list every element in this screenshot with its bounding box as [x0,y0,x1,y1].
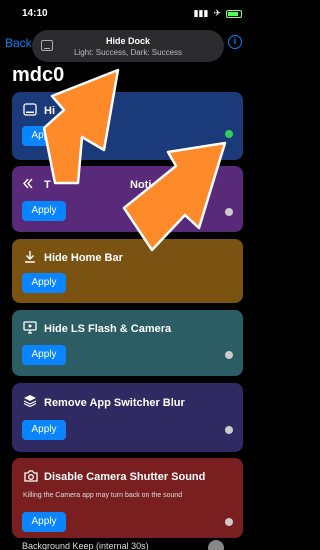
card-title: Disable Camera Shutter Sound [44,471,206,483]
apply-button[interactable]: Apply [22,201,66,221]
toast-title: Hide Dock [105,36,150,46]
tweak-card-app-switcher-blur: Remove App Switcher Blur Apply [12,383,243,452]
back-button[interactable]: Back [5,36,32,50]
enabled-indicator[interactable] [225,426,233,434]
battery-icon [226,9,242,18]
tweak-card-hide-ls-flash: Hide LS Flash & Camera Apply [12,310,243,376]
card-title: Remove App Switcher Blur [44,397,185,409]
tweak-card-camera-shutter: Disable Camera Shutter Sound Killing the… [12,458,243,538]
airplane-icon: ✈ [213,8,221,18]
screen-icon [23,321,37,335]
page-title: mdc0 [12,64,65,86]
background-keep-toggle[interactable] [208,540,224,550]
apply-button[interactable]: Apply [22,512,66,532]
card-title: T [44,179,51,191]
status-time: 14:10 [22,8,48,19]
toast-notification: Hide Dock Light: Success, Dark: Success [32,30,224,62]
info-icon[interactable]: i [228,35,242,49]
apply-button[interactable]: Apply [22,345,66,365]
card-title-tail: Noti & Med [130,179,188,191]
status-bar: 14:10 ▮▮▮ ✈ [0,0,254,28]
tweak-card-hide-dock: Hi Apply [12,92,243,160]
enabled-indicator[interactable] [225,351,233,359]
background-keep-label: Background Keep (internal 30s) [22,541,149,550]
dock-icon [23,103,37,117]
apply-button[interactable]: Apply [22,126,66,146]
card-description: Killing the Camera app may turn back on … [23,492,183,499]
card-title: Hide Home Bar [44,252,123,264]
tweak-card-noti-media: T Noti & Med Apply [12,166,243,232]
layers-icon [23,394,37,408]
download-arrow-icon [23,250,37,264]
tweak-card-hide-home-bar: Hide Home Bar Apply [12,239,243,303]
toast-subtitle: Light: Success, Dark: Success [73,48,183,57]
card-title: Hide LS Flash & Camera [44,323,172,335]
camera-icon [23,469,38,483]
card-title: Hi [44,105,55,117]
enabled-indicator[interactable] [225,208,233,216]
status-icons: ▮▮▮ ✈ [194,8,242,19]
signal-icon: ▮▮▮ [193,8,209,18]
apply-button[interactable]: Apply [22,420,66,440]
chevrons-icon [23,177,37,191]
enabled-indicator[interactable] [225,130,233,138]
apply-button[interactable]: Apply [22,273,66,293]
enabled-indicator[interactable] [225,518,233,526]
